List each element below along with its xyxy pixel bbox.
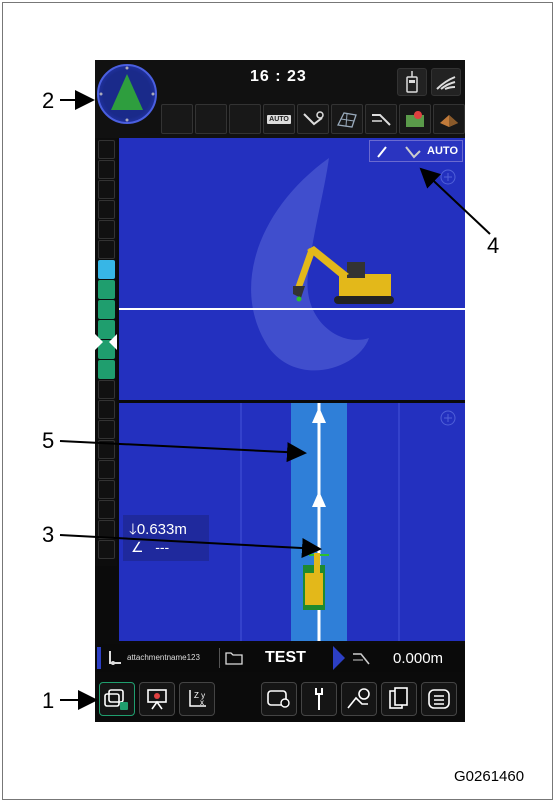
callout-3: 3	[42, 522, 55, 547]
callout-lines	[59, 90, 491, 710]
callout-5: 5	[42, 428, 55, 453]
callout-4: 4	[487, 233, 500, 258]
callout-1: 1	[42, 688, 55, 713]
figure-code: G0261460	[454, 768, 525, 785]
callout-2: 2	[42, 88, 55, 113]
